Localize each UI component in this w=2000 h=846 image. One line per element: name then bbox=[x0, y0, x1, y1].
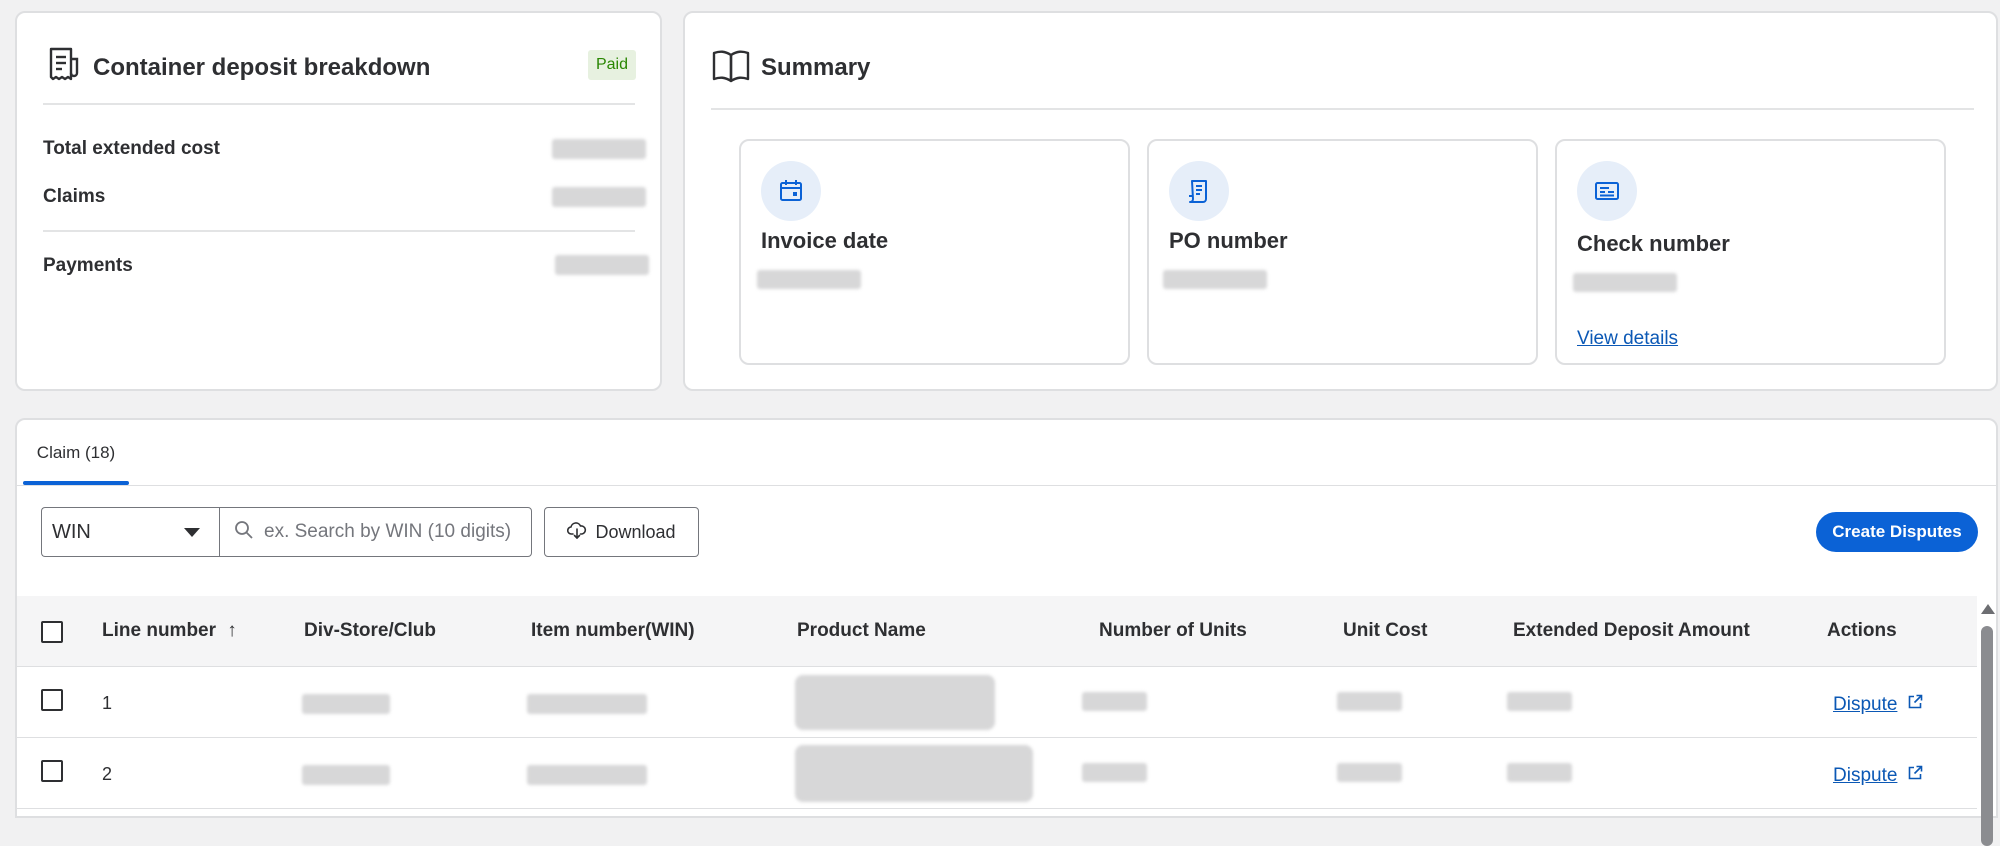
table-row: 2 Dispute bbox=[17, 738, 1977, 809]
row-checkbox[interactable] bbox=[41, 760, 63, 782]
product-name-cell bbox=[795, 675, 995, 730]
invoice-date-value bbox=[757, 270, 861, 289]
download-label: Download bbox=[595, 521, 676, 542]
payments-label: Payments bbox=[43, 255, 133, 276]
search-icon bbox=[220, 520, 254, 545]
check-number-tile: Check number View details bbox=[1555, 139, 1946, 365]
dispute-label: Dispute bbox=[1833, 765, 1898, 786]
scrollbar-thumb[interactable] bbox=[1981, 626, 1993, 846]
divider bbox=[43, 230, 635, 232]
breakdown-title: Container deposit breakdown bbox=[93, 53, 431, 81]
claims-panel: Claim (18) WIN Download Create Disputes bbox=[15, 418, 1998, 846]
column-header-item-number: Item number(WIN) bbox=[531, 620, 695, 641]
container-deposit-breakdown-card: Container deposit breakdown Paid Total e… bbox=[15, 11, 662, 391]
po-number-tile: PO number bbox=[1147, 139, 1538, 365]
filter-type-value: WIN bbox=[52, 520, 91, 543]
breakdown-header: Container deposit breakdown bbox=[43, 45, 430, 90]
dispute-link[interactable]: Dispute bbox=[1833, 765, 1923, 787]
external-link-icon bbox=[1897, 694, 1923, 716]
summary-header: Summary bbox=[711, 45, 870, 90]
units-cell bbox=[1082, 692, 1147, 711]
column-header-product-name: Product Name bbox=[797, 620, 926, 641]
table-scrollbar[interactable] bbox=[1979, 604, 1995, 846]
extended-deposit-cell bbox=[1507, 692, 1572, 711]
po-number-value bbox=[1163, 270, 1267, 289]
claims-value bbox=[552, 187, 646, 207]
total-extended-cost-value bbox=[552, 139, 646, 159]
dispute-link[interactable]: Dispute bbox=[1833, 694, 1923, 716]
divider bbox=[17, 485, 1996, 486]
tab-claim[interactable]: Claim (18) bbox=[23, 420, 129, 486]
column-header-extended-deposit-amount: Extended Deposit Amount bbox=[1513, 620, 1750, 641]
calendar-icon bbox=[761, 161, 821, 221]
table-row: 1 Dispute bbox=[17, 667, 1977, 738]
check-icon bbox=[1577, 161, 1637, 221]
check-number-label: Check number bbox=[1577, 231, 1730, 256]
column-header-number-of-units: Number of Units bbox=[1099, 620, 1247, 641]
receipt-icon bbox=[43, 45, 83, 90]
select-all-checkbox[interactable] bbox=[41, 621, 63, 643]
total-extended-cost-label: Total extended cost bbox=[43, 138, 221, 159]
div-store-cell bbox=[302, 694, 390, 714]
column-header-line-number[interactable]: Line number ↑ bbox=[102, 620, 237, 642]
view-details-link[interactable]: View details bbox=[1577, 328, 1678, 350]
column-header-div-store-club: Div-Store/Club bbox=[304, 620, 436, 641]
row-checkbox[interactable] bbox=[41, 689, 63, 711]
status-badge: Paid bbox=[588, 50, 636, 80]
line-number-cell: 1 bbox=[102, 693, 113, 713]
item-number-cell bbox=[527, 765, 647, 785]
column-header-label: Line number bbox=[102, 620, 217, 641]
search-input[interactable] bbox=[264, 521, 524, 543]
item-number-cell bbox=[527, 694, 647, 714]
book-icon bbox=[711, 45, 751, 90]
divider bbox=[711, 108, 1974, 110]
extended-deposit-cell bbox=[1507, 763, 1572, 782]
product-name-cell bbox=[795, 745, 1033, 802]
dispute-label: Dispute bbox=[1833, 694, 1898, 715]
check-number-value bbox=[1573, 273, 1677, 292]
filter-type-select[interactable]: WIN bbox=[41, 507, 220, 557]
cloud-download-icon bbox=[567, 520, 595, 545]
line-number-cell: 2 bbox=[102, 764, 113, 784]
claims-label: Claims bbox=[43, 186, 106, 207]
sort-ascending-icon: ↑ bbox=[227, 620, 237, 641]
search-box bbox=[219, 507, 532, 557]
summary-title: Summary bbox=[761, 53, 871, 81]
invoice-date-label: Invoice date bbox=[761, 228, 889, 253]
column-header-actions: Actions bbox=[1827, 620, 1897, 641]
po-number-label: PO number bbox=[1169, 228, 1288, 253]
payments-value bbox=[555, 255, 649, 275]
unit-cost-cell bbox=[1337, 763, 1402, 782]
document-icon bbox=[1169, 161, 1229, 221]
column-header-unit-cost: Unit Cost bbox=[1343, 620, 1428, 641]
scroll-up-arrow-icon[interactable] bbox=[1981, 604, 1995, 614]
caret-down-icon bbox=[184, 528, 200, 537]
table-header: Line number ↑ Div-Store/Club Item number… bbox=[17, 596, 1977, 667]
create-disputes-button[interactable]: Create Disputes bbox=[1816, 512, 1978, 552]
summary-card: Summary Invoice date PO number Check num… bbox=[683, 11, 1998, 391]
download-button[interactable]: Download bbox=[544, 507, 699, 557]
external-link-icon bbox=[1897, 765, 1923, 787]
div-store-cell bbox=[302, 765, 390, 785]
divider bbox=[43, 103, 635, 105]
units-cell bbox=[1082, 763, 1147, 782]
unit-cost-cell bbox=[1337, 692, 1402, 711]
invoice-date-tile: Invoice date bbox=[739, 139, 1130, 365]
